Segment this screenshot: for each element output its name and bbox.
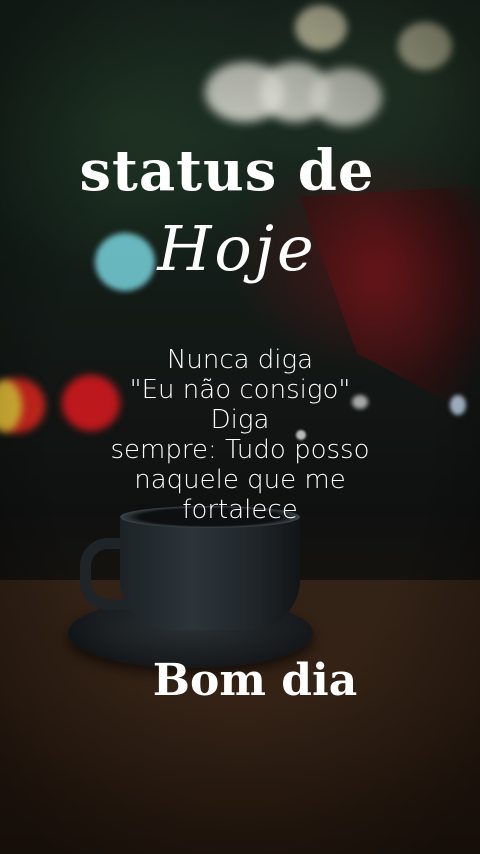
quote-line: Diga — [210, 405, 270, 435]
quote-line: Nunca diga — [166, 345, 314, 375]
quote-line: "Eu não consigo" — [129, 375, 351, 405]
quote-line: fortalece — [182, 495, 298, 525]
title-status-de: status de — [79, 138, 375, 204]
greeting-bom-dia: Bom dia — [152, 655, 358, 706]
quote-line: naquele que me — [134, 465, 346, 495]
title-hoje: Hoje — [157, 212, 317, 285]
status-image: status de Hoje Nunca diga "Eu não consig… — [0, 0, 480, 854]
quote-line: sempre: Tudo posso — [110, 435, 370, 465]
quote-text: Nunca diga "Eu não consigo" Diga sempre:… — [80, 345, 400, 525]
text-overlay: status de Hoje Nunca diga "Eu não consig… — [0, 0, 480, 854]
